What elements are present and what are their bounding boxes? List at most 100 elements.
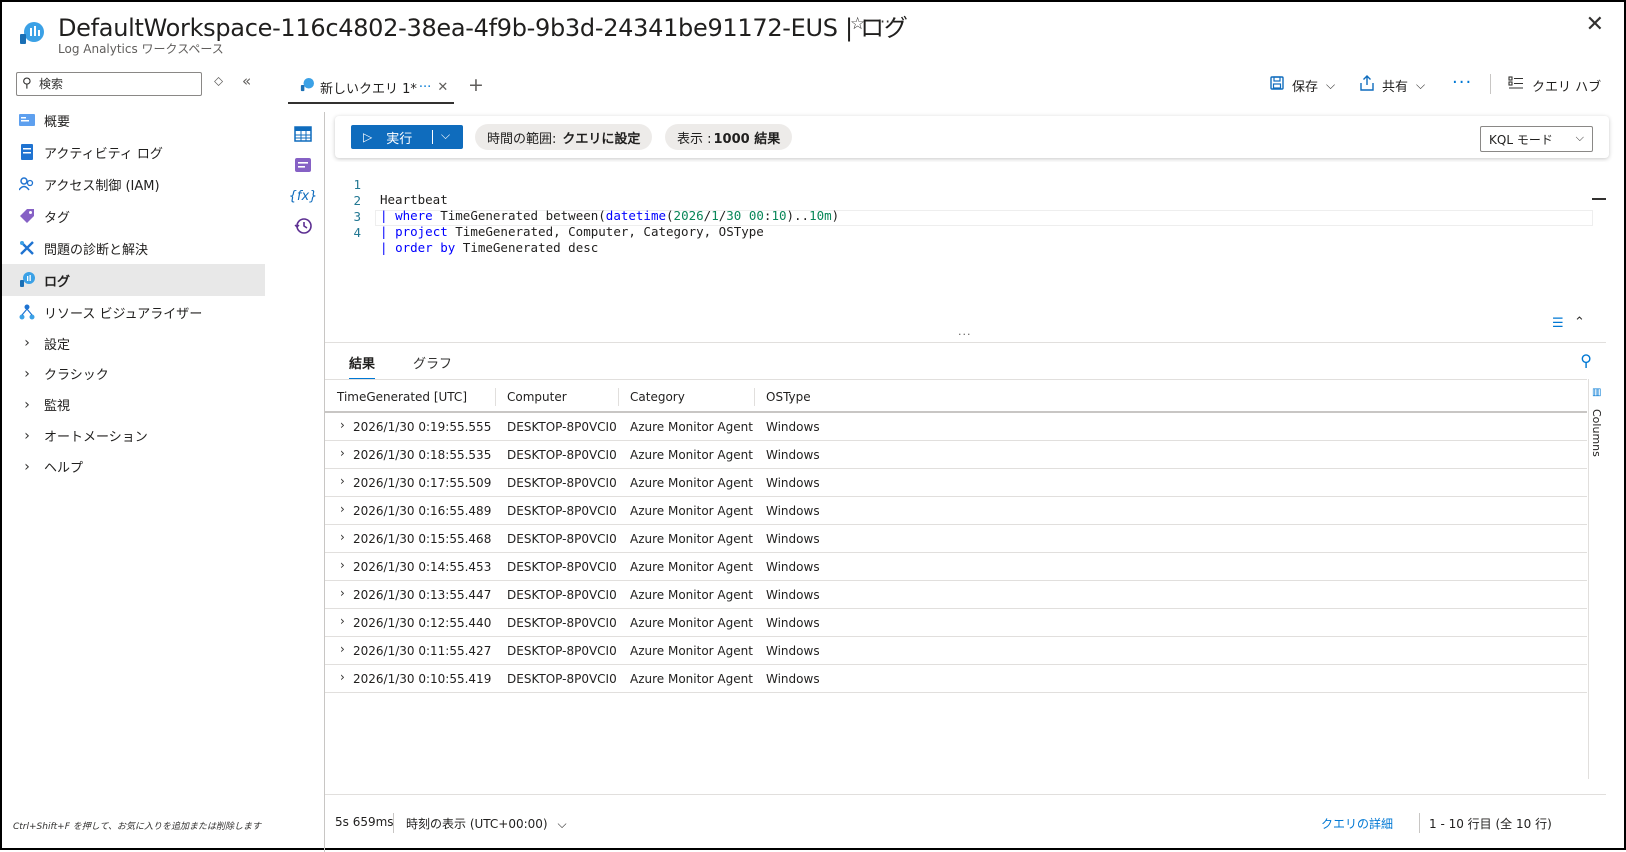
sidebar-item-iam[interactable]: アクセス制御 (IAM) bbox=[2, 168, 265, 200]
sidebar-item-label: 概要 bbox=[44, 114, 71, 130]
kql-mode-select[interactable]: KQL モード ⌵ bbox=[1480, 126, 1593, 152]
share-button[interactable]: 共有 ⌵ bbox=[1360, 74, 1425, 96]
query-hub-button[interactable]: クエリ ハブ bbox=[1508, 74, 1601, 96]
add-tab-icon[interactable]: + bbox=[468, 74, 484, 96]
more-actions-icon[interactable]: ··· bbox=[1452, 72, 1472, 93]
table-cell: DESKTOP-8P0VCI0 bbox=[507, 448, 617, 462]
expand-row-chevron-icon[interactable]: › bbox=[340, 474, 345, 488]
sidebar-item-tags[interactable]: タグ bbox=[2, 200, 265, 232]
table-row[interactable]: › 2026/1/30 0:14:55.453 DESKTOP-8P0VCI0 Azu… bbox=[325, 553, 1587, 581]
sidebar-item-diagnose[interactable]: 問題の診断と解決 bbox=[2, 232, 265, 264]
table-row[interactable]: › 2026/1/30 0:13:55.447 DESKTOP-8P0VCI0 Azu… bbox=[325, 581, 1587, 609]
sidebar-group-settings[interactable]: › 設定 bbox=[2, 328, 265, 358]
save-button[interactable]: 保存 ⌵ bbox=[1270, 74, 1335, 96]
run-label: 実行 bbox=[386, 131, 413, 147]
format-query-icon[interactable]: ☰ bbox=[1552, 316, 1564, 331]
nav-search[interactable]: ⚲ bbox=[16, 72, 202, 96]
table-row[interactable]: › 2026/1/30 0:17:55.509 DESKTOP-8P0VCI0 Azu… bbox=[325, 469, 1587, 497]
code-text: | project TimeGenerated, Computer, Categ… bbox=[380, 224, 764, 239]
column-header[interactable]: TimeGenerated [UTC] bbox=[337, 390, 467, 404]
chevron-right-icon: › bbox=[24, 458, 30, 475]
sidebar-item-logs[interactable]: ログ bbox=[2, 264, 265, 296]
chevron-down-icon: ⌵ bbox=[1575, 131, 1584, 144]
sidebar-group-monitoring[interactable]: › 監視 bbox=[2, 389, 265, 420]
tab-close-icon[interactable]: ✕ bbox=[437, 80, 448, 95]
search-icon[interactable]: ⚲ bbox=[1580, 351, 1592, 370]
table-row[interactable]: › 2026/1/30 0:16:55.489 DESKTOP-8P0VCI0 Azu… bbox=[325, 497, 1587, 525]
functions-icon[interactable]: {fx} bbox=[289, 186, 318, 206]
favorite-star-icon[interactable]: ☆ bbox=[850, 14, 865, 34]
time-display-select[interactable]: 時刻の表示 (UTC+00:00) ⌵ bbox=[406, 815, 567, 832]
sidebar-group-label: 設定 bbox=[44, 337, 71, 353]
columns-icon: ▥ bbox=[1592, 387, 1602, 398]
result-limit-label: 表示 : bbox=[677, 131, 712, 147]
expand-row-chevron-icon[interactable]: › bbox=[340, 586, 345, 600]
table-cell: Azure Monitor Agent bbox=[630, 616, 753, 630]
share-label: 共有 bbox=[1382, 79, 1409, 95]
column-header[interactable]: OSType bbox=[766, 390, 811, 404]
sort-icon[interactable]: ⬦ bbox=[214, 74, 223, 89]
sidebar-group-classic[interactable]: › クラシック bbox=[2, 358, 265, 389]
run-dropdown-chevron-icon[interactable]: ⌵ bbox=[441, 128, 450, 143]
run-button[interactable]: ▷ 実行 ⌵ bbox=[351, 125, 463, 149]
close-icon[interactable]: ✕ bbox=[1586, 12, 1604, 37]
expand-row-chevron-icon[interactable]: › bbox=[340, 530, 345, 544]
result-limit-picker[interactable]: 表示 : 1000 結果 bbox=[665, 124, 793, 150]
table-row[interactable]: › 2026/1/30 0:18:55.535 DESKTOP-8P0VCI0 Azu… bbox=[325, 441, 1587, 469]
sidebar-group-help[interactable]: › ヘルプ bbox=[2, 451, 265, 482]
table-row[interactable]: › 2026/1/30 0:12:55.440 DESKTOP-8P0VCI0 Azu… bbox=[325, 609, 1587, 637]
resource-visualizer-icon bbox=[18, 303, 36, 321]
tables-icon[interactable] bbox=[293, 124, 313, 144]
table-cell: 2026/1/30 0:11:55.427 bbox=[353, 644, 492, 658]
sidebar-item-activity-log[interactable]: アクティビティ ログ bbox=[2, 136, 265, 168]
table-row[interactable]: › 2026/1/30 0:11:55.427 DESKTOP-8P0VCI0 Azu… bbox=[325, 637, 1587, 665]
table-cell: 2026/1/30 0:19:55.555 bbox=[353, 420, 492, 434]
table-row[interactable]: › 2026/1/30 0:10:55.419 DESKTOP-8P0VCI0 Azu… bbox=[325, 665, 1587, 693]
expand-row-chevron-icon[interactable]: › bbox=[340, 502, 345, 516]
logs-tab-icon bbox=[300, 78, 314, 96]
sidebar-item-resource-visualizer[interactable]: リソース ビジュアライザー bbox=[2, 296, 265, 328]
table-row[interactable]: › 2026/1/30 0:15:55.468 DESKTOP-8P0VCI0 Azu… bbox=[325, 525, 1587, 553]
table-cell: DESKTOP-8P0VCI0 bbox=[507, 504, 617, 518]
tab-results[interactable]: 結果 bbox=[349, 353, 376, 380]
time-range-picker[interactable]: 時間の範囲: クエリに設定 bbox=[475, 124, 653, 150]
keyboard-hint: Ctrl+Shift+F を押して、お気に入りを追加または削除します bbox=[12, 822, 262, 832]
resize-handle[interactable]: ··· bbox=[958, 328, 972, 341]
collapse-editor-icon[interactable]: ⌃ bbox=[1574, 315, 1585, 330]
columns-panel-toggle[interactable]: ▥ Columns bbox=[1588, 379, 1606, 779]
search-input[interactable] bbox=[39, 75, 197, 93]
sidebar-group-automation[interactable]: › オートメーション bbox=[2, 420, 265, 451]
query-hub-icon bbox=[1508, 76, 1524, 94]
column-header[interactable]: Category bbox=[630, 390, 685, 404]
tab-chart[interactable]: グラフ bbox=[413, 353, 452, 372]
expand-row-chevron-icon[interactable]: › bbox=[340, 558, 345, 572]
sidebar-item-label: 問題の診断と解決 bbox=[44, 242, 149, 258]
query-duration: 5s 659ms bbox=[335, 815, 394, 829]
query-details-link[interactable]: クエリの詳細 bbox=[1321, 815, 1393, 832]
table-cell: Windows bbox=[766, 532, 820, 546]
tab-more-dots[interactable]: ··· bbox=[419, 80, 431, 95]
expand-row-chevron-icon[interactable]: › bbox=[340, 642, 345, 656]
log-analytics-icon bbox=[20, 22, 44, 44]
sidebar-item-label: ログ bbox=[44, 274, 71, 290]
expand-row-chevron-icon[interactable]: › bbox=[340, 418, 345, 432]
wrench-icon bbox=[18, 239, 36, 257]
page-title: DefaultWorkspace-116c4802-38ea-4f9b-9b3d… bbox=[58, 14, 908, 42]
queries-icon[interactable] bbox=[293, 155, 313, 175]
column-header[interactable]: Computer bbox=[507, 390, 567, 404]
grid-body: › 2026/1/30 0:19:55.555 DESKTOP-8P0VCI0 Azu… bbox=[325, 413, 1587, 693]
expand-row-chevron-icon[interactable]: › bbox=[340, 446, 345, 460]
line-number: 4 bbox=[353, 225, 361, 240]
history-icon[interactable] bbox=[293, 216, 313, 236]
sidebar-group-label: ヘルプ bbox=[44, 461, 84, 476]
chevron-right-icon: › bbox=[24, 335, 30, 351]
expand-row-chevron-icon[interactable]: › bbox=[340, 670, 345, 684]
more-options-icon[interactable]: ··· bbox=[880, 12, 895, 31]
table-cell: 2026/1/30 0:10:55.419 bbox=[353, 672, 492, 686]
expand-row-chevron-icon[interactable]: › bbox=[340, 614, 345, 628]
table-row[interactable]: › 2026/1/30 0:19:55.555 DESKTOP-8P0VCI0 Azu… bbox=[325, 413, 1587, 441]
tab-new-query[interactable]: 新しいクエリ 1* ··· ✕ bbox=[288, 72, 454, 104]
collapse-nav-icon[interactable]: « bbox=[242, 72, 251, 90]
query-editor[interactable]: 1 Heartbeat 2 | where TimeGenerated betw… bbox=[325, 162, 1605, 337]
sidebar-item-overview[interactable]: 概要 bbox=[2, 104, 265, 136]
